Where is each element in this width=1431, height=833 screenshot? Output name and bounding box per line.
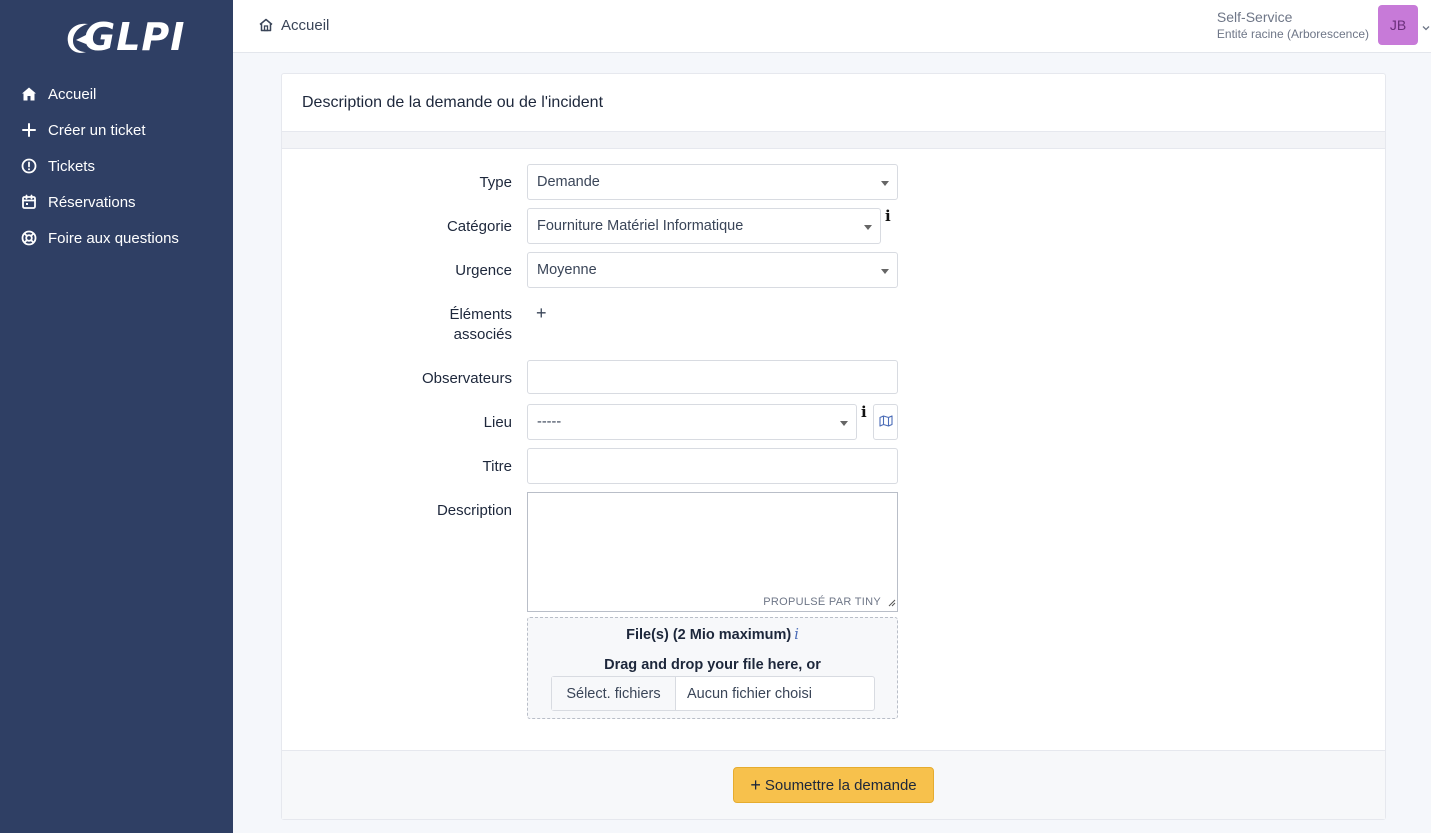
resize-handle-icon[interactable] — [886, 594, 896, 610]
select-files-button[interactable]: Sélect. fichiers — [552, 677, 676, 710]
type-select[interactable]: Demande — [527, 164, 898, 200]
logo-text: GLPI — [84, 15, 186, 59]
urgency-select[interactable]: Moyenne — [527, 252, 898, 288]
form-footer: + Soumettre la demande — [282, 750, 1385, 819]
breadcrumb-label: Accueil — [281, 16, 330, 34]
sidebar-item-label: Créer un ticket — [48, 121, 146, 139]
type-label: Type — [479, 174, 512, 191]
card-divider — [282, 131, 1385, 149]
sidebar-item-tickets[interactable]: Tickets — [0, 148, 233, 184]
sidebar-item-label: Tickets — [48, 157, 95, 175]
sidebar-item-accueil[interactable]: Accueil — [0, 76, 233, 112]
caret-down-icon — [881, 269, 889, 274]
drag-drop-text: Drag and drop your file here, or — [604, 657, 821, 673]
page-title: Description de la demande ou de l'incide… — [302, 94, 604, 111]
sidebar-item-faq[interactable]: Foire aux questions — [0, 220, 233, 256]
urgency-label: Urgence — [455, 262, 512, 279]
sidebar-item-label: Foire aux questions — [48, 229, 179, 247]
add-associated-item-button[interactable]: + — [536, 304, 547, 322]
category-label: Catégorie — [446, 218, 512, 235]
sidebar-item-label: Accueil — [48, 85, 97, 103]
type-value: Demande — [537, 174, 600, 190]
associated-items-label-line2: associés — [453, 326, 512, 343]
home-outline-icon — [257, 16, 275, 34]
category-value: Fourniture Matériel Informatique — [537, 218, 744, 234]
sidebar-item-creer-ticket[interactable]: Créer un ticket — [0, 112, 233, 148]
sidebar: GLPI Accueil Créer un ticket Tickets Rés… — [0, 0, 233, 833]
sidebar-item-label: Réservations — [48, 193, 136, 211]
top-header: Accueil Self-Service Entité racine (Arbo… — [233, 0, 1431, 53]
active-profile: Self-Service — [1216, 9, 1293, 25]
urgency-value: Moyenne — [537, 262, 597, 278]
caret-down-icon — [881, 181, 889, 186]
calendar-icon — [20, 193, 38, 211]
associated-items-label: Éléments associés — [282, 305, 512, 345]
map-button[interactable] — [873, 404, 898, 440]
alert-circle-icon — [20, 157, 38, 175]
info-icon[interactable]: i — [794, 627, 799, 643]
location-select[interactable]: ----- — [527, 404, 857, 440]
observers-select[interactable] — [527, 360, 898, 394]
home-icon — [20, 85, 38, 103]
description-editor[interactable]: PROPULSÉ PAR TINY — [527, 492, 898, 612]
file-input[interactable]: Sélect. fichiers Aucun fichier choisi — [551, 676, 875, 711]
glpi-logo[interactable]: GLPI — [62, 14, 184, 60]
caret-down-icon — [840, 421, 848, 426]
observers-label: Observateurs — [421, 370, 512, 387]
files-title: File(s) (2 Mio maximum) — [626, 627, 792, 643]
title-label: Titre — [482, 458, 512, 475]
caret-down-icon — [864, 225, 872, 230]
sidebar-nav: Accueil Créer un ticket Tickets Réservat… — [0, 76, 233, 256]
associated-items-label-line1: Éléments — [449, 306, 512, 323]
category-select[interactable]: Fourniture Matériel Informatique — [527, 208, 881, 244]
location-value: ----- — [537, 414, 562, 430]
ticket-form-card: Description de la demande ou de l'incide… — [281, 73, 1386, 820]
chevron-down-icon[interactable] — [1422, 18, 1430, 34]
editor-branding[interactable]: PROPULSÉ PAR TINY — [763, 596, 881, 608]
plus-icon — [20, 121, 38, 139]
description-label: Description — [436, 502, 512, 519]
avatar[interactable]: JB — [1378, 5, 1418, 45]
location-label: Lieu — [483, 414, 512, 431]
submit-button[interactable]: + Soumettre la demande — [733, 767, 934, 803]
file-dropzone[interactable]: File(s) (2 Mio maximum) i Drag and drop y… — [527, 617, 898, 719]
sidebar-item-reservations[interactable]: Réservations — [0, 184, 233, 220]
title-input[interactable] — [527, 448, 898, 484]
info-icon[interactable]: i — [885, 207, 891, 225]
info-icon[interactable]: i — [861, 403, 867, 421]
lifebuoy-icon — [20, 229, 38, 247]
active-entity: Entité racine (Arborescence) — [1216, 27, 1369, 41]
user-menu[interactable]: Self-Service Entité racine (Arborescence… — [1217, 8, 1369, 42]
file-status: Aucun fichier choisi — [687, 685, 812, 702]
submit-label: Soumettre la demande — [764, 776, 917, 794]
map-icon — [878, 414, 893, 430]
plus-icon: + — [750, 775, 761, 795]
breadcrumb[interactable]: Accueil — [257, 16, 329, 34]
files-header: File(s) (2 Mio maximum) i — [528, 627, 897, 643]
